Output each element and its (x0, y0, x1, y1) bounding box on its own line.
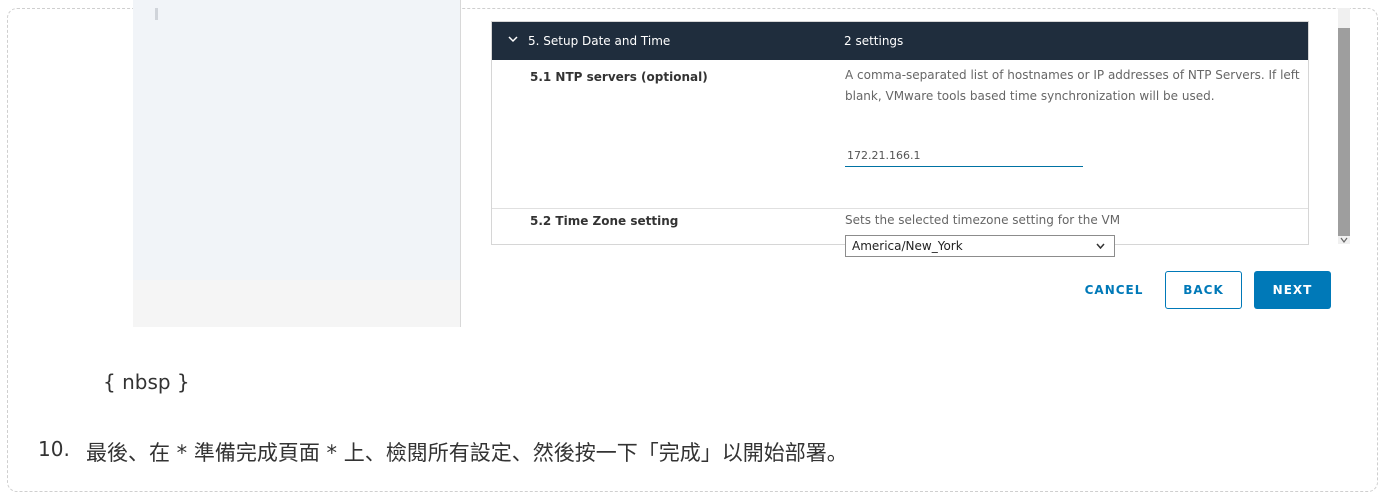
ntp-description: A comma-separated list of hostnames or I… (845, 68, 1300, 103)
wizard-steps-panel (133, 0, 460, 280)
section-header-date-time[interactable]: 5. Setup Date and Time 2 settings (492, 22, 1308, 60)
back-button[interactable]: BACK (1165, 271, 1242, 309)
panel-divider (460, 0, 461, 327)
timezone-select[interactable]: America/New_York (845, 235, 1115, 257)
step-instruction-text: 最後、在 * 準備完成頁面 * 上、檢閱所有設定、然後按一下「完成」以開始部署。 (86, 441, 848, 465)
step-indicator (155, 8, 158, 20)
vertical-scrollbar[interactable] (1338, 8, 1350, 244)
setting-row-ntp: 5.1 NTP servers (optional) A comma-separ… (492, 60, 1308, 209)
wizard-steps-footer (133, 280, 460, 327)
timezone-label: 5.2 Time Zone setting (530, 214, 679, 228)
scrollbar-thumb[interactable] (1338, 28, 1350, 236)
timezone-selected-value: America/New_York (852, 239, 963, 253)
ntp-servers-input[interactable] (845, 145, 1083, 167)
section-title: 5. Setup Date and Time (528, 34, 671, 48)
chevron-down-icon (508, 36, 518, 43)
section-settings-count: 2 settings (844, 34, 904, 48)
next-button[interactable]: NEXT (1254, 271, 1331, 309)
chevron-down-icon (1096, 243, 1105, 249)
step-number: 10. (38, 437, 70, 461)
nbsp-placeholder-text: { nbsp } (103, 370, 190, 394)
timezone-description: Sets the selected timezone setting for t… (845, 213, 1121, 227)
settings-panel: 5. Setup Date and Time 2 settings 5.1 NT… (491, 21, 1309, 257)
ntp-label: 5.1 NTP servers (optional) (530, 70, 708, 84)
scroll-down-arrow-icon[interactable] (1340, 237, 1348, 243)
setting-row-timezone: 5.2 Time Zone setting Sets the selected … (492, 209, 1308, 257)
cancel-button[interactable]: CANCEL (1074, 271, 1154, 309)
